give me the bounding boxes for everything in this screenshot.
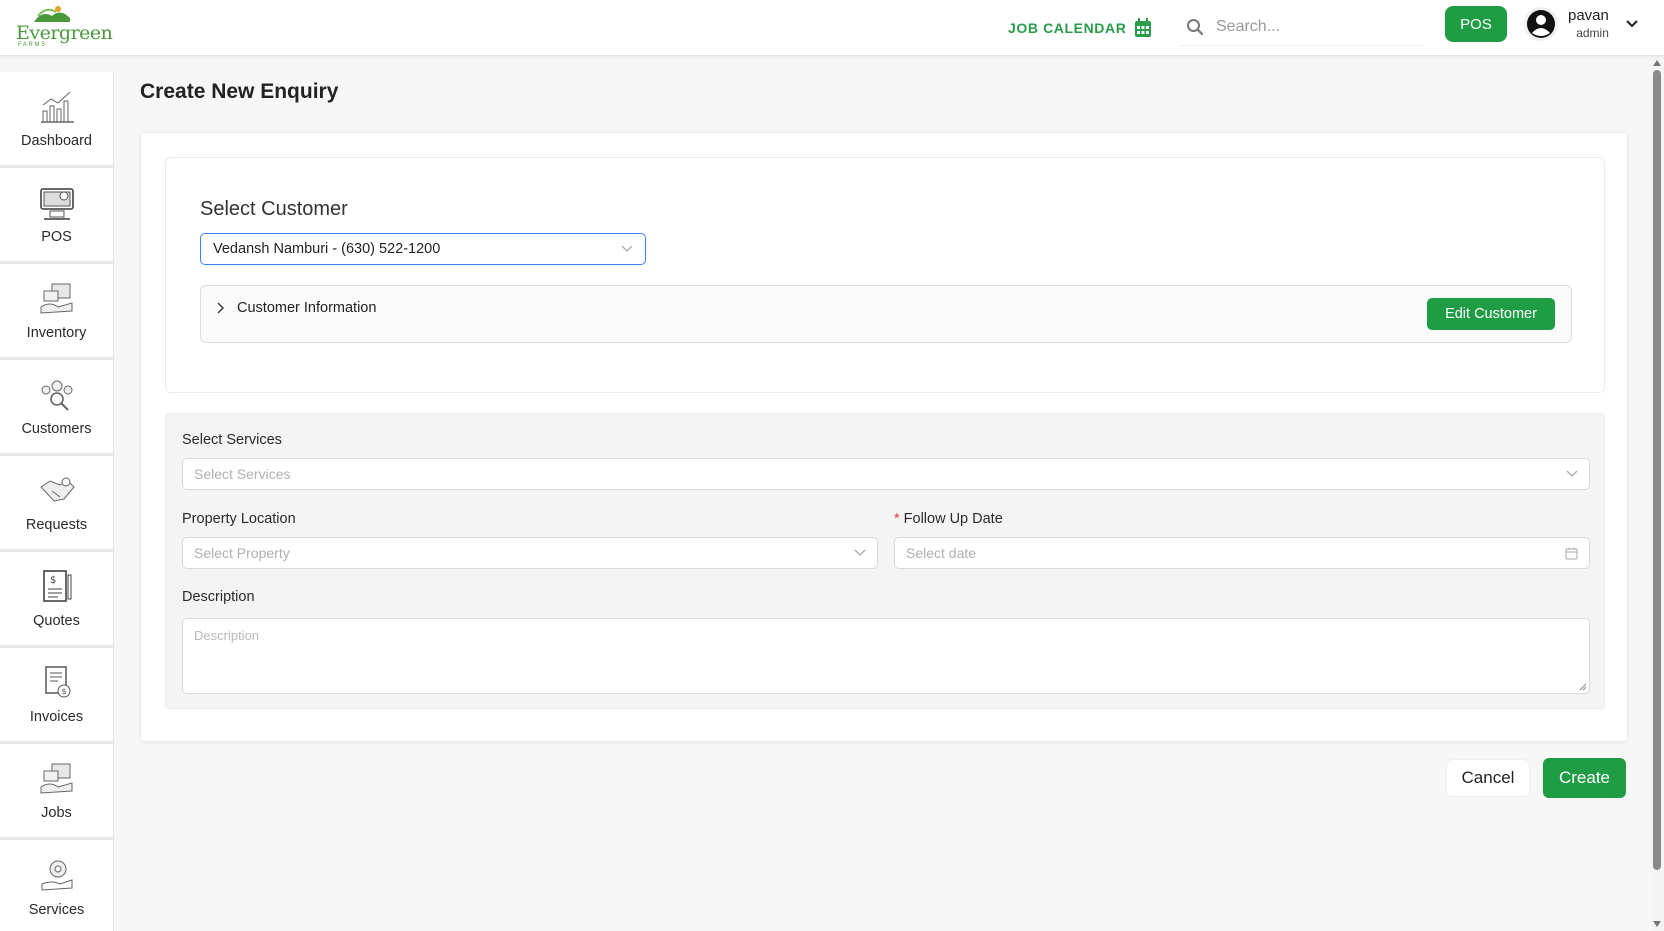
sidebar-item-requests[interactable]: Requests <box>0 456 113 552</box>
user-name: pavan <box>1568 7 1609 25</box>
services-label: Select Services <box>182 432 282 448</box>
search-input[interactable] <box>1216 17 1416 36</box>
resize-handle-icon[interactable] <box>1579 683 1587 691</box>
search-bar <box>1180 8 1424 46</box>
sidebar-item-dashboard[interactable]: Dashboard <box>0 72 113 168</box>
follow-up-date-placeholder: Select date <box>906 545 977 561</box>
top-bar: Evergreen FARMS JOB CALENDAR POS <box>0 0 1664 56</box>
property-location-label: Property Location <box>182 511 296 527</box>
svg-text:$: $ <box>50 575 56 586</box>
enquiry-form-card: Select Customer Vedansh Namburi - (630) … <box>140 132 1628 742</box>
description-placeholder: Description <box>194 628 260 643</box>
user-role: admin <box>1576 25 1609 40</box>
page-title: Create New Enquiry <box>140 80 339 103</box>
logo-subtext: FARMS <box>18 42 47 48</box>
follow-up-date-label: * Follow Up Date <box>894 511 1003 527</box>
quotes-document-icon: $ <box>42 569 71 602</box>
customer-select[interactable]: Vedansh Namburi - (630) 522-1200 <box>200 233 646 265</box>
sidebar-item-jobs[interactable]: Jobs <box>0 744 113 840</box>
services-select[interactable]: Select Services <box>182 458 1590 490</box>
follow-up-date-text: Follow Up Date <box>903 511 1003 527</box>
sidebar-label-pos: POS <box>41 228 72 245</box>
invoice-icon: $ <box>44 665 70 697</box>
dashboard-chart-icon <box>40 91 74 123</box>
user-info: pavan admin <box>1568 8 1609 40</box>
logo-text: Evergreen <box>16 22 113 44</box>
avatar <box>1524 7 1558 41</box>
chevron-down-icon <box>1626 20 1638 28</box>
services-panel: Select Services Select Services Property… <box>165 413 1605 709</box>
pos-terminal-icon <box>39 187 74 220</box>
sidebar-item-invoices[interactable]: $ Invoices <box>0 648 113 744</box>
customer-info-collapse: Customer Information Edit Customer <box>200 285 1572 343</box>
create-button[interactable]: Create <box>1543 758 1626 798</box>
page-scrollbar[interactable] <box>1650 56 1664 931</box>
evergreen-logo[interactable]: Evergreen FARMS <box>14 4 113 48</box>
description-textarea[interactable]: Description <box>182 618 1590 694</box>
pos-button[interactable]: POS <box>1445 6 1507 42</box>
sidebar-item-customers[interactable]: Customers <box>0 360 113 456</box>
sidebar-item-quotes[interactable]: $ Quotes <box>0 552 113 648</box>
chevron-down-icon <box>1566 470 1578 477</box>
job-calendar-link[interactable]: JOB CALENDAR <box>1008 14 1152 42</box>
user-avatar-icon <box>1527 10 1555 38</box>
chevron-down-icon <box>854 549 866 556</box>
sidebar-label-inventory: Inventory <box>26 324 87 341</box>
sidebar-label-requests: Requests <box>25 516 88 533</box>
description-label: Description <box>182 589 255 605</box>
sidebar-label-customers: Customers <box>21 420 92 437</box>
services-placeholder: Select Services <box>194 466 291 482</box>
sidebar-item-pos[interactable]: POS <box>0 168 113 264</box>
requests-handshake-icon <box>39 477 75 502</box>
sidebar-item-services[interactable]: Services <box>0 840 113 931</box>
sidebar-label-dashboard: Dashboard <box>21 132 92 149</box>
services-icon <box>41 860 72 891</box>
sidebar-label-invoices: Invoices <box>29 708 84 725</box>
customer-panel: Select Customer Vedansh Namburi - (630) … <box>165 157 1605 393</box>
scroll-up-arrow-icon[interactable] <box>1653 60 1661 66</box>
sidebar: Dashboard POS Inventory Customers Reques… <box>0 72 114 931</box>
calendar-icon <box>1135 18 1152 37</box>
chevron-down-icon <box>621 245 633 252</box>
sidebar-label-jobs: Jobs <box>41 804 72 821</box>
property-placeholder: Select Property <box>194 545 290 561</box>
sidebar-label-services: Services <box>28 902 85 918</box>
search-icon <box>1187 18 1204 35</box>
edit-customer-button[interactable]: Edit Customer <box>1427 298 1555 330</box>
customers-icon <box>41 380 72 411</box>
customer-info-label: Customer Information <box>237 300 377 316</box>
follow-up-date-picker[interactable]: Select date <box>894 537 1590 569</box>
select-customer-label: Select Customer <box>200 198 348 220</box>
jobs-icon <box>40 763 72 794</box>
job-calendar-label: JOB CALENDAR <box>1008 20 1127 36</box>
calendar-icon <box>1565 547 1578 559</box>
property-select[interactable]: Select Property <box>182 537 878 569</box>
chevron-right-icon <box>217 302 224 314</box>
cancel-button[interactable]: Cancel <box>1446 759 1530 797</box>
logo-hills-icon <box>34 6 70 22</box>
sidebar-label-quotes: Quotes <box>33 612 80 629</box>
sidebar-item-inventory[interactable]: Inventory <box>0 264 113 360</box>
required-marker: * <box>894 511 900 527</box>
scroll-thumb[interactable] <box>1653 70 1661 870</box>
user-menu[interactable]: pavan admin <box>1524 4 1639 44</box>
customer-select-value: Vedansh Namburi - (630) 522-1200 <box>213 241 441 257</box>
scroll-down-arrow-icon[interactable] <box>1653 921 1661 927</box>
svg-text:$: $ <box>61 687 66 696</box>
inventory-icon <box>40 283 72 314</box>
customer-info-toggle[interactable]: Customer Information <box>217 300 376 316</box>
